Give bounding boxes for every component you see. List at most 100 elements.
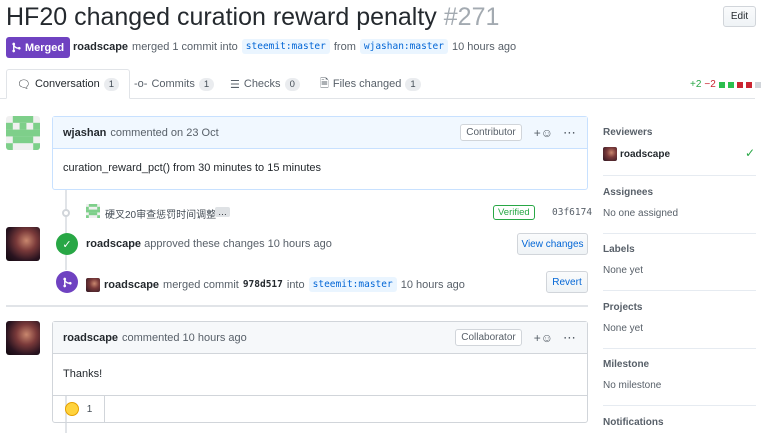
projects-value: None yet	[603, 323, 644, 334]
tab-label: Commits	[151, 78, 195, 90]
reviewers-heading[interactable]: Reviewers	[603, 127, 652, 138]
pr-title: HF20 changed curation reward penalty #27…	[6, 3, 499, 32]
comment-box: roadscape commented 10 hours ago Collabo…	[52, 321, 588, 423]
diffstat: +2 −2	[690, 79, 761, 90]
labels-heading[interactable]: Labels	[603, 244, 635, 255]
file-diff-icon: 🗎	[320, 77, 329, 90]
tab-count: 1	[103, 77, 120, 91]
reactions-bar: 1	[53, 396, 587, 422]
diffstat-block	[727, 81, 734, 88]
pr-meta: roadscape merged 1 commit into steemit:m…	[73, 39, 516, 54]
merge-event: roadscape merged commit 978d517 into ste…	[86, 277, 465, 292]
merge-author[interactable]: roadscape	[104, 279, 159, 291]
merge-icon	[56, 271, 78, 293]
merge-text: merged commit	[163, 278, 239, 291]
pr-author-link[interactable]: roadscape	[73, 41, 128, 53]
commit-message[interactable]: 硬叉20审查惩罚时间调整	[105, 206, 216, 221]
comment-author[interactable]: wjashan	[63, 127, 106, 139]
tab-label: Files changed	[332, 78, 402, 90]
avatar[interactable]	[6, 227, 40, 261]
checks-icon: ☰	[230, 78, 240, 91]
comment-body: curation_reward_pct() from 30 minutes to…	[63, 162, 322, 174]
from-text: from	[333, 40, 356, 53]
tab-commits[interactable]: -o- Commits 1	[124, 69, 224, 99]
avatar[interactable]	[86, 277, 100, 292]
tab-count: 0	[284, 77, 300, 91]
labels-value: None yet	[603, 265, 644, 276]
notifications-heading: Notifications	[603, 417, 664, 428]
diffstat-block	[754, 81, 761, 88]
reaction-count: 1	[86, 403, 93, 415]
avatar[interactable]	[86, 204, 100, 218]
tab-label: Checks	[243, 78, 281, 90]
author-role-badge: Contributor	[460, 124, 522, 141]
edit-button[interactable]: Edit	[723, 6, 756, 27]
review-text: approved these changes 10 hours ago	[144, 238, 332, 250]
tab-count: 1	[198, 77, 215, 91]
tab-files-changed[interactable]: 🗎 Files changed 1	[310, 69, 431, 99]
avatar[interactable]	[6, 116, 40, 150]
review-event: roadscape approved these changes 10 hour…	[86, 238, 332, 250]
merged-text: merged 1 commit into	[132, 40, 238, 53]
projects-heading[interactable]: Projects	[603, 302, 642, 313]
divider	[603, 290, 756, 291]
add-reaction-icon[interactable]: +☺	[534, 331, 553, 345]
comment-icon: 🗨	[17, 78, 31, 91]
tab-label: Conversation	[34, 78, 100, 90]
add-reaction-icon[interactable]: +☺	[534, 126, 553, 140]
reaction-button[interactable]: 1	[53, 396, 105, 422]
smiley-icon	[64, 402, 79, 416]
timeline-line	[65, 190, 67, 270]
reviewer-name[interactable]: roadscape	[620, 149, 670, 160]
comment-header: roadscape commented 10 hours ago Collabo…	[53, 322, 587, 354]
kebab-icon[interactable]: ⋯	[563, 125, 577, 141]
author-role-badge: Collaborator	[455, 329, 522, 346]
commit-icon: -o-	[134, 78, 148, 90]
merge-icon	[12, 42, 21, 53]
divider	[603, 405, 756, 406]
view-changes-button[interactable]: View changes	[517, 233, 588, 255]
diffstat-block	[718, 81, 725, 88]
merge-time: 10 hours ago	[400, 278, 465, 291]
avatar[interactable]	[6, 321, 40, 355]
comment-header: wjashan commented on 23 Oct Contributor …	[53, 117, 587, 149]
comment-box: wjashan commented on 23 Oct Contributor …	[52, 116, 588, 190]
milestone-heading[interactable]: Milestone	[603, 359, 649, 370]
assignees-heading[interactable]: Assignees	[603, 187, 653, 198]
comment-author[interactable]: roadscape	[63, 332, 118, 344]
comment-time[interactable]: commented on 23 Oct	[110, 127, 218, 139]
revert-button[interactable]: Revert	[546, 271, 588, 293]
commit-sha[interactable]: 03f6174	[552, 207, 592, 218]
avatar	[603, 147, 617, 161]
reviewer-item[interactable]: roadscape	[603, 147, 670, 161]
divider	[603, 175, 756, 176]
pr-number: #271	[443, 3, 500, 31]
verified-badge[interactable]: Verified	[493, 205, 535, 220]
tab-count: 1	[405, 77, 421, 91]
check-icon: ✓	[745, 146, 756, 160]
deletions-count: −2	[704, 79, 716, 90]
pr-time: 10 hours ago	[451, 40, 517, 53]
check-icon: ✓	[56, 233, 78, 255]
merge-sha[interactable]: 978d517	[243, 279, 283, 290]
base-branch[interactable]: steemit:master	[241, 39, 330, 54]
merge-branch[interactable]: steemit:master	[308, 277, 397, 292]
tab-checks[interactable]: ☰ Checks 0	[220, 69, 310, 99]
kebab-icon[interactable]: ⋯	[563, 330, 577, 346]
divider	[603, 348, 756, 349]
merge-glyph	[62, 277, 72, 287]
review-author[interactable]: roadscape	[86, 238, 141, 250]
pr-title-text: HF20 changed curation reward penalty	[6, 3, 437, 31]
divider	[6, 305, 588, 307]
status-label: Merged	[25, 41, 65, 54]
identicon-avatar	[6, 116, 40, 150]
status-badge: Merged	[6, 37, 71, 58]
additions-count: +2	[690, 79, 702, 90]
head-branch[interactable]: wjashan:master	[359, 39, 448, 54]
tab-conversation[interactable]: 🗨 Conversation 1	[6, 69, 131, 99]
commit-icon	[62, 209, 70, 217]
expand-commit-button[interactable]: …	[215, 207, 230, 217]
assignees-value: No one assigned	[603, 208, 679, 219]
comment-body: Thanks!	[53, 354, 587, 396]
comment-time[interactable]: commented 10 hours ago	[122, 332, 247, 344]
